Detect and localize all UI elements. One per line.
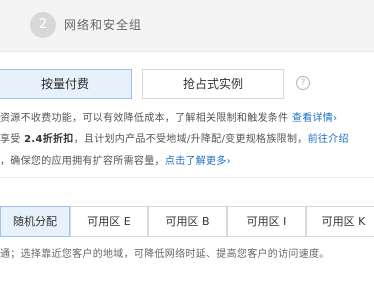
info-line-capacity-text: ，确保您的应用拥有扩容所需容量， [0,156,165,167]
section-divider [0,177,374,178]
info-line-capacity: ，确保您的应用拥有扩容所需容量，点击了解更多› [0,152,231,167]
discount-value: 2.4折折扣 [24,134,74,145]
pay-as-you-go-button[interactable]: 按量付费 [0,69,132,99]
zone-tab-k[interactable]: 可用区 K [306,206,374,237]
learn-more-link[interactable]: 点击了解更多› [165,156,231,167]
help-question-icon[interactable]: ? [296,76,310,90]
zone-description: 通；选择靠近您客户的地域，可降低网络时延、提高您客户的访问速度。 [0,249,330,260]
zone-tab-b[interactable]: 可用区 B [148,206,227,237]
spot-instance-button[interactable]: 抢占式实例 [142,69,284,99]
zone-tab-random[interactable]: 随机分配 [0,206,70,237]
step-header: 2 网络和安全组 [0,0,374,52]
zone-tab-i[interactable]: 可用区 I [227,206,306,237]
view-details-link[interactable]: 查看详情› [292,113,338,124]
zone-tab-e[interactable]: 可用区 E [70,206,148,237]
info-line-cost-text: 资源不收费功能，可以有效降低成本，了解相关限制和触发条件 [0,113,289,124]
info-line-cost: 资源不收费功能，可以有效降低成本，了解相关限制和触发条件 查看详情› [0,109,337,124]
go-to-intro-link[interactable]: 前往介绍 [308,134,349,145]
info-line-discount: 享受 2.4折折扣，且计划内产品不受地域/升降配/变更规格族限制，前往介绍 [0,130,349,145]
info-line-discount-text: ，且计划内产品不受地域/升降配/变更规格族限制， [73,134,308,145]
info-line-discount-prefix: 享受 [0,134,21,145]
step-title: 网络和安全组 [64,18,143,32]
step-number-badge: 2 [30,12,56,38]
